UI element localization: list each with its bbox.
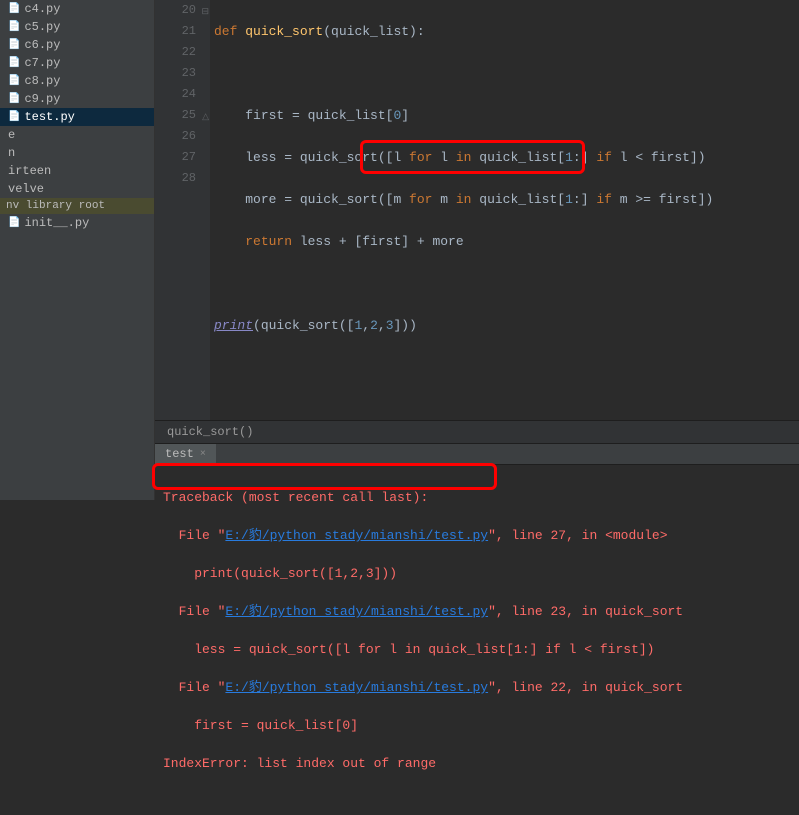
file-label: c5.py [24, 20, 60, 34]
code-text: l [432, 150, 455, 165]
file-label: c4.py [24, 2, 60, 16]
file-label: velve [8, 182, 44, 196]
code-text: ])) [394, 318, 417, 333]
python-file-icon: 📄 [8, 3, 20, 15]
file-item[interactable]: 📄 init__.py [0, 214, 154, 232]
code-editor[interactable]: 20⊟ 21 22 23 24 25△ 26 27 28 def quick_s… [155, 0, 799, 420]
code-text: quick_list[ [471, 150, 565, 165]
code-text: less + [first] + more [292, 234, 464, 249]
keyword: for [409, 150, 432, 165]
file-link[interactable]: E:/豹/python_stady/mianshi/test.py [225, 680, 488, 695]
console-text: ", line 23, in quick_sort [488, 604, 683, 619]
breadcrumb-text: quick_sort() [167, 425, 253, 439]
file-label: c7.py [24, 56, 60, 70]
python-file-icon: 📄 [8, 75, 20, 87]
keyword: for [409, 192, 432, 207]
python-file-icon: 📄 [8, 57, 20, 69]
keyword: if [596, 192, 612, 207]
fold-end-icon[interactable]: △ [202, 107, 209, 128]
code-text: , [378, 318, 386, 333]
keyword: in [456, 150, 472, 165]
breadcrumb[interactable]: quick_sort() [155, 420, 799, 443]
close-icon[interactable]: × [200, 449, 206, 460]
file-item[interactable]: irteen [0, 162, 154, 180]
code-text: , [362, 318, 370, 333]
function-name: quick_sort [245, 24, 323, 39]
code-text: (quick_list): [323, 24, 424, 39]
python-file-icon: 📄 [8, 21, 20, 33]
file-label: n [8, 146, 15, 160]
keyword: def [214, 24, 237, 39]
keyword: if [596, 150, 612, 165]
number: 3 [386, 318, 394, 333]
file-label: c8.py [24, 74, 60, 88]
file-label: c9.py [24, 92, 60, 106]
console-text: less = quick_sort([l for l in quick_list… [163, 642, 654, 657]
main-area: 20⊟ 21 22 23 24 25△ 26 27 28 def quick_s… [155, 0, 799, 500]
error-message: IndexError: list index out of range [163, 756, 436, 771]
code-text: l < first]) [612, 150, 706, 165]
code-text: first = quick_list[ [245, 108, 393, 123]
file-item[interactable]: velve [0, 180, 154, 198]
run-tab-bar: test × [155, 443, 799, 465]
number: 2 [370, 318, 378, 333]
file-item[interactable]: n [0, 144, 154, 162]
lib-root-label: nv library root [6, 200, 105, 212]
fold-icon[interactable]: ⊟ [201, 2, 209, 23]
keyword: return [245, 234, 292, 249]
console-text: first = quick_list[0] [163, 718, 358, 733]
file-link[interactable]: E:/豹/python_stady/mianshi/test.py [225, 528, 488, 543]
python-file-icon: 📄 [8, 111, 20, 123]
console-text: print(quick_sort([1,2,3])) [163, 566, 397, 581]
python-file-icon: 📄 [8, 39, 20, 51]
file-item[interactable]: 📄 c7.py [0, 54, 154, 72]
file-label: test.py [24, 110, 74, 124]
code-text: ] [401, 108, 409, 123]
file-label: init__.py [24, 216, 89, 230]
file-item[interactable]: 📄 c9.py [0, 90, 154, 108]
console-text: ", line 22, in quick_sort [488, 680, 683, 695]
file-item-selected[interactable]: 📄 test.py [0, 108, 154, 126]
file-item[interactable]: 📄 c4.py [0, 0, 154, 18]
file-item[interactable]: e [0, 126, 154, 144]
code-text: m >= first]) [612, 192, 713, 207]
run-tab-label: test [165, 447, 194, 461]
builtin: print [214, 318, 253, 333]
code-text: :] [573, 192, 596, 207]
python-file-icon: 📄 [8, 217, 20, 229]
library-root[interactable]: nv library root [0, 198, 154, 214]
file-label: e [8, 128, 15, 142]
file-item[interactable]: 📄 c6.py [0, 36, 154, 54]
console-text: File " [163, 528, 225, 543]
code-text: quick_list[ [471, 192, 565, 207]
number: 1 [565, 192, 573, 207]
file-item[interactable]: 📄 c5.py [0, 18, 154, 36]
file-label: c6.py [24, 38, 60, 52]
console-text: File " [163, 680, 225, 695]
console-text: ", line 27, in <module> [488, 528, 667, 543]
file-item[interactable]: 📄 c8.py [0, 72, 154, 90]
run-tab[interactable]: test × [155, 444, 216, 464]
traceback-header: Traceback (most recent call last): [163, 490, 428, 505]
console-text: File " [163, 604, 225, 619]
code-text: :] [573, 150, 596, 165]
file-link[interactable]: E:/豹/python_stady/mianshi/test.py [225, 604, 488, 619]
python-file-icon: 📄 [8, 93, 20, 105]
code-text: (quick_sort([ [253, 318, 354, 333]
console-output[interactable]: Traceback (most recent call last): File … [155, 465, 799, 815]
keyword: in [456, 192, 472, 207]
code-text: more = quick_sort([m [245, 192, 409, 207]
code-text: less = quick_sort([l [245, 150, 409, 165]
line-gutter: 20⊟ 21 22 23 24 25△ 26 27 28 [155, 0, 210, 420]
file-label: irteen [8, 164, 51, 178]
code-content[interactable]: def quick_sort(quick_list): first = quic… [210, 0, 799, 420]
code-text: m [432, 192, 455, 207]
number: 1 [565, 150, 573, 165]
project-sidebar: 📄 c4.py 📄 c5.py 📄 c6.py 📄 c7.py 📄 c8.py 📄 c9.p… [0, 0, 155, 500]
